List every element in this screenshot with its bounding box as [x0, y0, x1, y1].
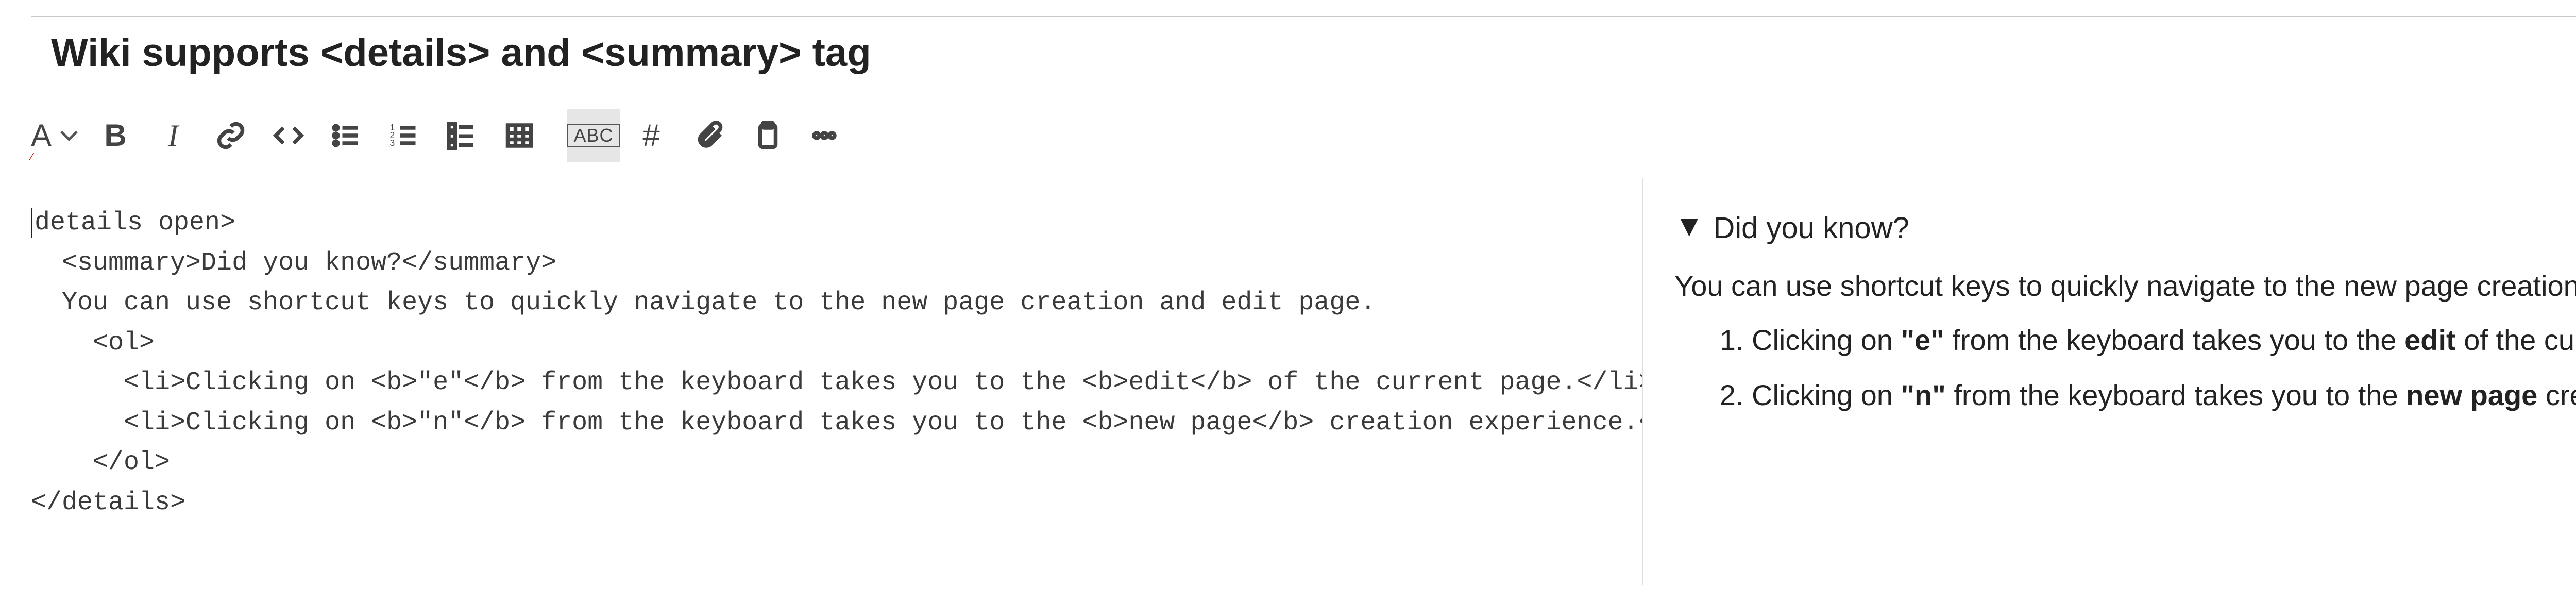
checklist-icon[interactable]	[435, 109, 488, 162]
src-line-7: </ol>	[31, 448, 170, 477]
list-item: Clicking on "e" from the keyboard takes …	[1752, 315, 2576, 364]
more-icon[interactable]	[798, 109, 851, 162]
numbered-list-icon[interactable]: 123	[377, 109, 431, 162]
title-row: Close Save	[0, 0, 2576, 106]
hash-icon[interactable]: #	[624, 109, 678, 162]
preview-paragraph: You can use shortcut keys to quickly nav…	[1674, 261, 2576, 310]
wiki-edit-page: Close Save A⁄ B I 123	[0, 0, 2576, 603]
text: from the keyboard takes you to the	[1944, 324, 2404, 356]
src-line-3: You can use shortcut keys to quickly nav…	[31, 288, 1376, 317]
attachment-icon[interactable]	[682, 109, 736, 162]
editor-split: details open> <summary>Did you know?</su…	[0, 178, 2576, 585]
src-line-4: <ol>	[31, 328, 155, 358]
bold-action: new page	[2406, 379, 2537, 411]
src-line-1: details open>	[35, 208, 235, 238]
bullet-list-icon[interactable]	[319, 109, 373, 162]
preview-pane: ▼ Did you know? You can use shortcut keys…	[1643, 178, 2576, 585]
link-icon[interactable]	[204, 109, 258, 162]
editor-toolbar: A⁄ B I 123 ABC #	[0, 106, 2576, 178]
text: Clicking on	[1752, 379, 1901, 411]
text: creation experience.	[2537, 379, 2576, 411]
page-title-input[interactable]	[31, 16, 2576, 89]
text: from the keyboard takes you to the	[1946, 379, 2406, 411]
bold-key: "n"	[1901, 379, 1945, 411]
bold-icon[interactable]: B	[89, 109, 142, 162]
details-summary[interactable]: ▼ Did you know?	[1674, 203, 2576, 254]
bold-key: "e"	[1901, 324, 1944, 356]
abc-preview-icon[interactable]: ABC	[567, 109, 620, 162]
italic-icon[interactable]: I	[146, 109, 200, 162]
bold-action: edit	[2404, 324, 2456, 356]
markdown-source-pane[interactable]: details open> <summary>Did you know?</su…	[0, 178, 1643, 585]
list-item: Clicking on "n" from the keyboard takes …	[1752, 371, 2576, 420]
clipboard-icon[interactable]	[740, 109, 793, 162]
src-line-8: </details>	[31, 488, 185, 517]
text: Clicking on	[1752, 324, 1901, 356]
src-line-2: <summary>Did you know?</summary>	[31, 248, 556, 278]
code-icon[interactable]	[262, 109, 315, 162]
preview-list: Clicking on "e" from the keyboard takes …	[1674, 315, 2576, 420]
font-icon[interactable]: A⁄	[31, 109, 84, 162]
table-icon[interactable]	[493, 109, 546, 162]
src-line-6: <li>Clicking on <b>"n"</b> from the keyb…	[31, 408, 1643, 438]
summary-text: Did you know?	[1713, 211, 1909, 245]
svg-text:3: 3	[390, 138, 395, 148]
text: of the current page.	[2456, 324, 2576, 356]
src-line-5: <li>Clicking on <b>"e"</b> from the keyb…	[31, 368, 1643, 397]
disclosure-triangle-icon: ▼	[1674, 201, 1704, 252]
